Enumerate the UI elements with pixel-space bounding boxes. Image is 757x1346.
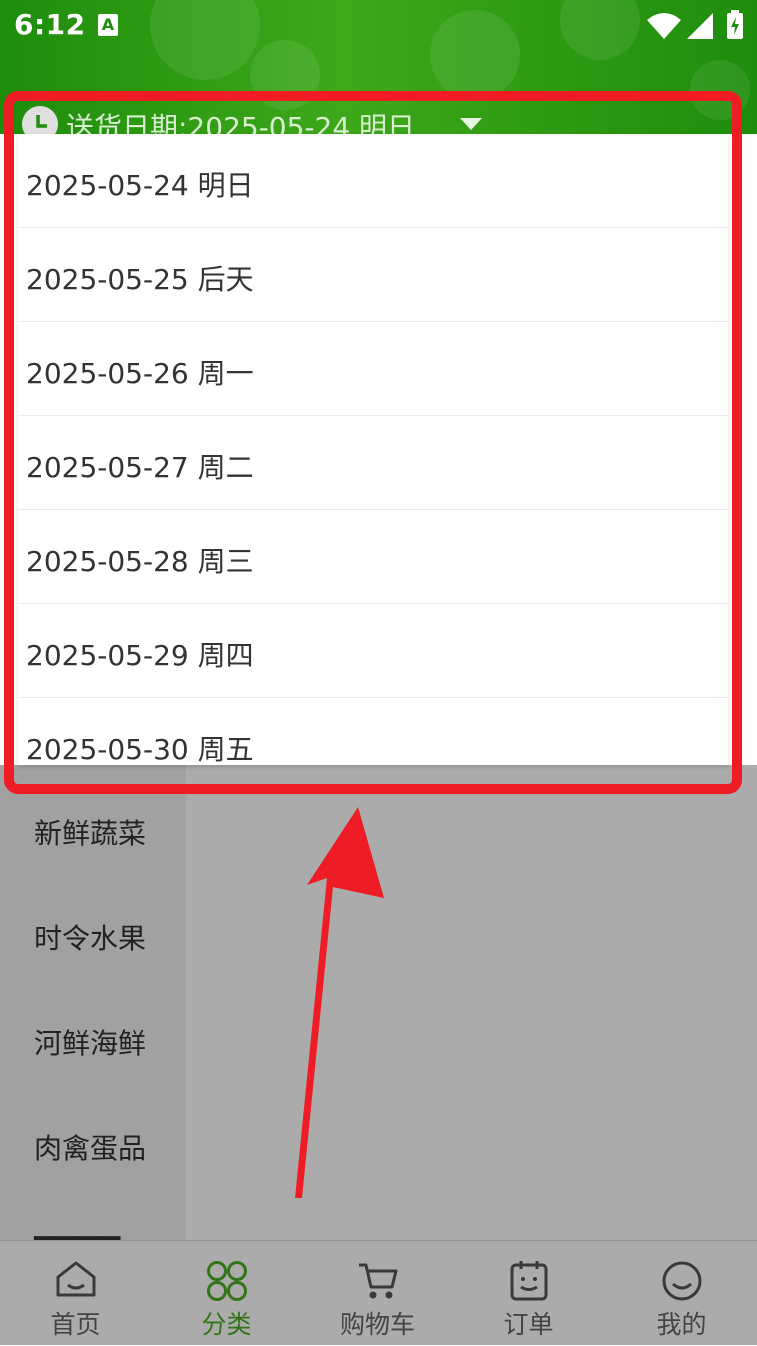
annotation-arrow-icon [295, 807, 384, 1198]
